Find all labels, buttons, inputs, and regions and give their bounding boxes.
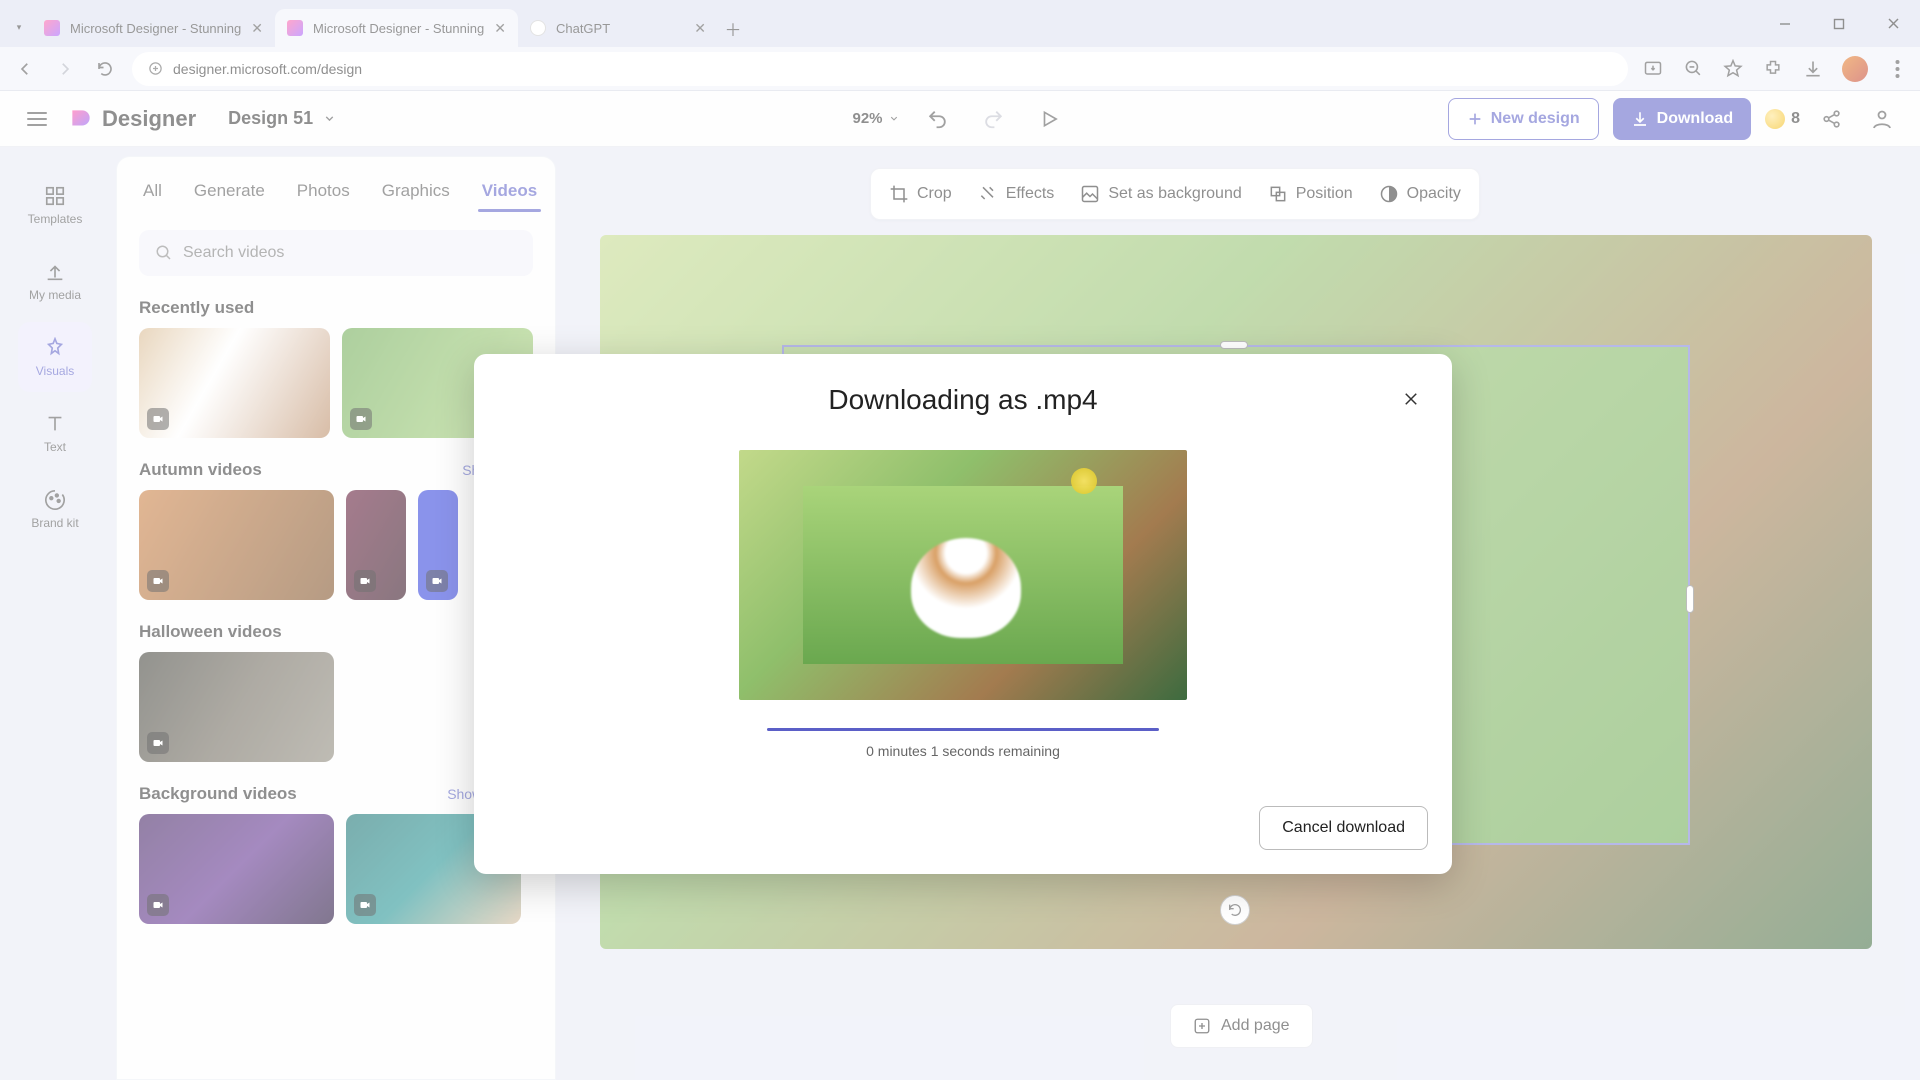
modal-close-button[interactable] bbox=[1396, 384, 1426, 414]
download-progress-modal: Downloading as .mp4 0 minutes 1 seconds … bbox=[474, 354, 1452, 874]
cancel-download-button[interactable]: Cancel download bbox=[1259, 806, 1428, 850]
progress-bar bbox=[767, 728, 1159, 731]
cursor-highlight bbox=[1071, 468, 1097, 494]
modal-title: Downloading as .mp4 bbox=[504, 384, 1422, 416]
time-remaining: 0 minutes 1 seconds remaining bbox=[504, 743, 1422, 759]
download-preview bbox=[739, 450, 1187, 700]
